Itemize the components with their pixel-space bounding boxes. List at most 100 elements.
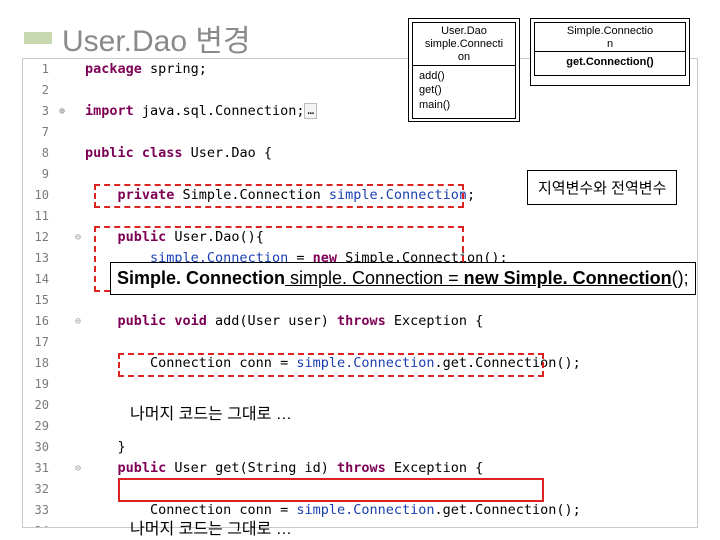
line-number: 18 bbox=[23, 353, 53, 374]
gutter-marker-icon bbox=[53, 479, 71, 500]
uml-class-userdao: User.Dao simple.Connecti on add() get() … bbox=[408, 18, 520, 122]
fold-toggle-icon bbox=[71, 395, 85, 416]
gutter-marker-icon bbox=[53, 59, 71, 80]
note-rest-2: 나머지 코드는 그대로 … bbox=[130, 515, 292, 539]
code-text bbox=[85, 332, 697, 353]
gutter-marker-icon bbox=[53, 248, 71, 269]
inline-pre: Simple. Connection bbox=[117, 268, 285, 288]
line-number: 33 bbox=[23, 500, 53, 521]
code-text bbox=[85, 206, 697, 227]
fold-toggle-icon bbox=[71, 206, 85, 227]
fold-toggle-icon bbox=[71, 143, 85, 164]
gutter-marker-icon bbox=[53, 80, 71, 101]
code-line: 18 Connection conn = simple.Connection.g… bbox=[23, 353, 697, 374]
gutter-marker-icon bbox=[53, 374, 71, 395]
line-number: 10 bbox=[23, 185, 53, 206]
uml-sc-name2: n bbox=[535, 38, 685, 51]
code-text: Connection conn = simple.Connection.get.… bbox=[85, 353, 697, 374]
fold-toggle-icon: ⊖ bbox=[71, 458, 85, 479]
uml-userdao-ops: add() get() main() bbox=[413, 65, 515, 117]
fold-toggle-icon: ⊖ bbox=[71, 227, 85, 248]
gutter-marker-icon bbox=[53, 416, 71, 437]
line-number: 1 bbox=[23, 59, 53, 80]
code-line: 29 bbox=[23, 416, 697, 437]
line-number: 19 bbox=[23, 374, 53, 395]
code-text: } bbox=[85, 437, 697, 458]
code-line: 16 ⊖ public void add(User user) throws Ex… bbox=[23, 311, 697, 332]
title-text: User.Dao 변경 bbox=[62, 16, 251, 60]
line-number: 29 bbox=[23, 416, 53, 437]
code-line: 19 bbox=[23, 374, 697, 395]
fold-toggle-icon bbox=[71, 521, 85, 528]
code-line: 12⊖ public User.Dao(){ bbox=[23, 227, 697, 248]
code-line: 32 bbox=[23, 479, 697, 500]
fold-toggle-icon bbox=[71, 416, 85, 437]
code-text bbox=[85, 374, 697, 395]
line-number: 13 bbox=[23, 248, 53, 269]
inline-post: new Simple. Connection bbox=[464, 268, 672, 288]
fold-toggle-icon bbox=[71, 332, 85, 353]
inline-mid: simple. Connection = bbox=[285, 268, 464, 288]
line-number: 31 bbox=[23, 458, 53, 479]
line-number: 16 bbox=[23, 311, 53, 332]
code-line: 3⊕ import java.sql.Connection;… bbox=[23, 101, 697, 122]
fold-toggle-icon bbox=[71, 59, 85, 80]
code-text bbox=[85, 122, 697, 143]
inline-tail: (); bbox=[672, 268, 689, 288]
code-text: import java.sql.Connection;… bbox=[85, 101, 697, 122]
annotation-local-global: 지역변수와 전역변수 bbox=[527, 170, 677, 205]
gutter-marker-icon bbox=[53, 206, 71, 227]
code-line: 30 } bbox=[23, 437, 697, 458]
code-line: 7 bbox=[23, 122, 697, 143]
code-text: public User get(String id) throws Except… bbox=[85, 458, 697, 479]
gutter-marker-icon bbox=[53, 122, 71, 143]
code-text: public User.Dao(){ bbox=[85, 227, 697, 248]
fold-toggle-icon bbox=[71, 122, 85, 143]
code-text bbox=[85, 479, 697, 500]
fold-toggle-icon bbox=[71, 374, 85, 395]
code-text: public void add(User user) throws Except… bbox=[85, 311, 697, 332]
fold-toggle-icon bbox=[71, 479, 85, 500]
line-number: 14 bbox=[23, 269, 53, 290]
fold-toggle-icon: ⊖ bbox=[71, 311, 85, 332]
code-line: 17 bbox=[23, 332, 697, 353]
uml-userdao-name1: User.Dao bbox=[413, 25, 515, 38]
gutter-marker-icon bbox=[53, 311, 71, 332]
gutter-marker-icon bbox=[53, 143, 71, 164]
line-number: 30 bbox=[23, 437, 53, 458]
uml-sc-ops: get.Connection() bbox=[535, 51, 685, 73]
code-line: 11 bbox=[23, 206, 697, 227]
uml-userdao-name2: simple.Connecti bbox=[413, 38, 515, 51]
line-number: 9 bbox=[23, 164, 53, 185]
uml-sc-name1: Simple.Connectio bbox=[535, 25, 685, 38]
fold-toggle-icon bbox=[71, 290, 85, 311]
line-number: 8 bbox=[23, 143, 53, 164]
uml-userdao-name3: on bbox=[413, 51, 515, 64]
gutter-marker-icon bbox=[53, 164, 71, 185]
gutter-marker-icon bbox=[53, 227, 71, 248]
gutter-marker-icon bbox=[53, 458, 71, 479]
line-number: 34 bbox=[23, 521, 53, 528]
annotation-inline-code: Simple. Connection simple. Connection = … bbox=[110, 262, 696, 295]
fold-toggle-icon bbox=[71, 164, 85, 185]
code-line: 20 bbox=[23, 395, 697, 416]
gutter-marker-icon bbox=[53, 395, 71, 416]
uml-class-simpleconnection: Simple.Connectio n get.Connection() bbox=[530, 18, 690, 86]
code-line: 33 Connection conn = simple.Connection.g… bbox=[23, 500, 697, 521]
fold-toggle-icon bbox=[71, 437, 85, 458]
code-line: 8 public class User.Dao { bbox=[23, 143, 697, 164]
gutter-marker-icon bbox=[53, 353, 71, 374]
code-line: 31 ⊖ public User get(String id) throws Ex… bbox=[23, 458, 697, 479]
line-number: 3 bbox=[23, 101, 53, 122]
fold-toggle-icon bbox=[71, 248, 85, 269]
slide-title: User.Dao 변경 bbox=[24, 16, 251, 60]
fold-toggle-icon bbox=[71, 269, 85, 290]
gutter-marker-icon bbox=[53, 521, 71, 528]
fold-toggle-icon bbox=[71, 101, 85, 122]
line-number: 2 bbox=[23, 80, 53, 101]
code-text: public class User.Dao { bbox=[85, 143, 697, 164]
gutter-marker-icon: ⊕ bbox=[53, 101, 71, 122]
annotation-local-global-text: 지역변수와 전역변수 bbox=[538, 180, 666, 197]
line-number: 20 bbox=[23, 395, 53, 416]
note-rest-1: 나머지 코드는 그대로 … bbox=[130, 400, 292, 424]
